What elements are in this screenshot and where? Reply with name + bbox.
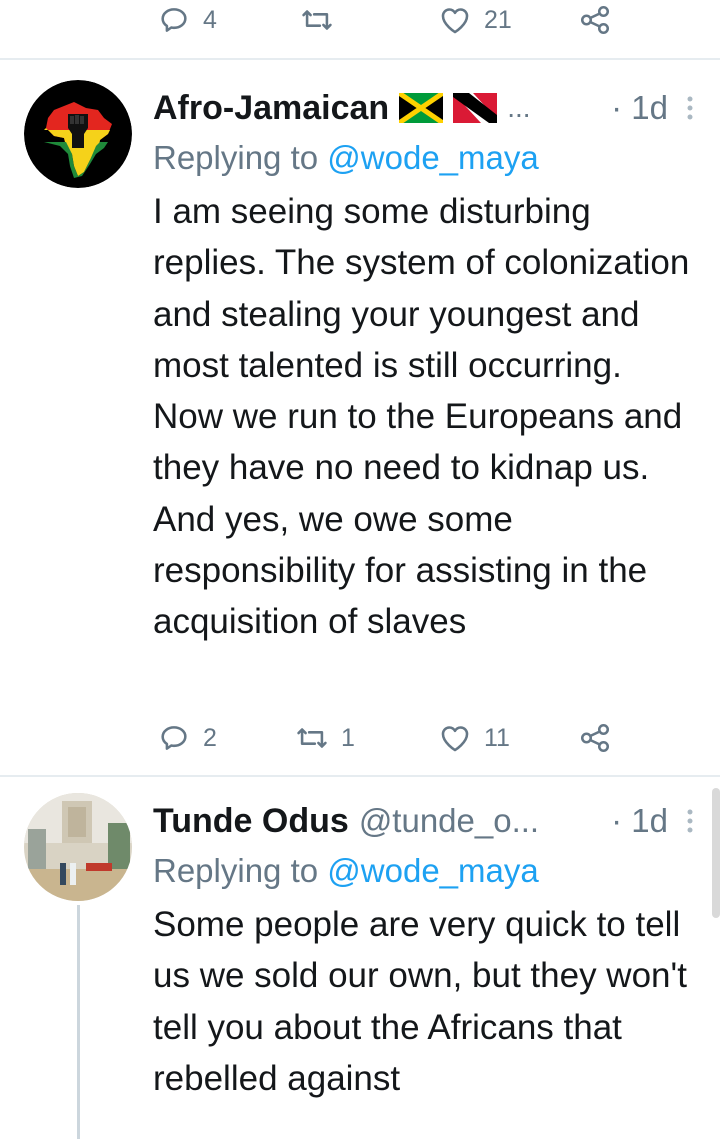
jamaica-flag-icon [399, 93, 444, 123]
reply-icon [161, 726, 187, 750]
divider [0, 58, 720, 60]
share-button[interactable] [578, 718, 612, 758]
retweet-button[interactable]: 1 [295, 718, 355, 758]
tweet-time[interactable]: · 1d [611, 799, 668, 843]
profile-photo [24, 793, 132, 901]
avatar[interactable] [24, 80, 132, 188]
avatar[interactable] [24, 793, 132, 901]
reply-button[interactable]: 4 [157, 0, 217, 40]
share-button[interactable] [578, 0, 612, 40]
replying-prefix: Replying to [153, 852, 319, 889]
scrollbar[interactable] [712, 788, 720, 918]
previous-tweet-actions: 4 21 [0, 0, 720, 40]
author-name[interactable]: Afro-Jamaican [153, 89, 389, 128]
share-icon [580, 723, 610, 753]
tweet-actions: 2 1 11 [0, 718, 720, 758]
reply-button[interactable]: 2 [157, 718, 217, 758]
reply-count: 4 [203, 5, 217, 34]
like-button[interactable]: 21 [438, 0, 512, 40]
replying-prefix: Replying to [153, 139, 319, 176]
reply-icon [161, 8, 187, 32]
replying-to-mention[interactable]: @wode_maya [327, 139, 538, 176]
more-options-button[interactable] [680, 86, 700, 130]
share-icon [580, 5, 610, 35]
tweet-time[interactable]: · 1d [611, 86, 668, 130]
author-handle[interactable]: @tunde_o... [359, 802, 539, 840]
divider [0, 775, 720, 777]
thread-line [77, 905, 80, 1139]
like-button[interactable]: 11 [438, 718, 510, 758]
africa-fist-logo [24, 80, 132, 188]
more-vertical-icon [687, 96, 693, 120]
retweet-icon [302, 10, 332, 30]
retweet-count: 1 [341, 723, 355, 752]
more-vertical-icon [687, 809, 693, 833]
replying-to: Replying to @wode_maya [153, 136, 700, 180]
trinidad-flag-icon [453, 93, 498, 123]
replying-to: Replying to @wode_maya [153, 849, 700, 893]
more-options-button[interactable] [680, 799, 700, 843]
retweet-button[interactable] [300, 0, 346, 40]
heart-icon [441, 8, 469, 34]
author-name[interactable]: Tunde Odus [153, 802, 349, 841]
replying-to-mention[interactable]: @wode_maya [327, 852, 538, 889]
heart-icon [441, 726, 469, 752]
like-count: 21 [484, 5, 512, 34]
name-ellipsis: ... [507, 92, 531, 123]
retweet-icon [297, 728, 327, 748]
reply-count: 2 [203, 723, 217, 752]
tweet-text: I am seeing some disturbing replies. The… [153, 192, 690, 642]
tweet-text: Some people are very quick to tell us we… [153, 905, 687, 1098]
like-count: 11 [484, 723, 510, 752]
